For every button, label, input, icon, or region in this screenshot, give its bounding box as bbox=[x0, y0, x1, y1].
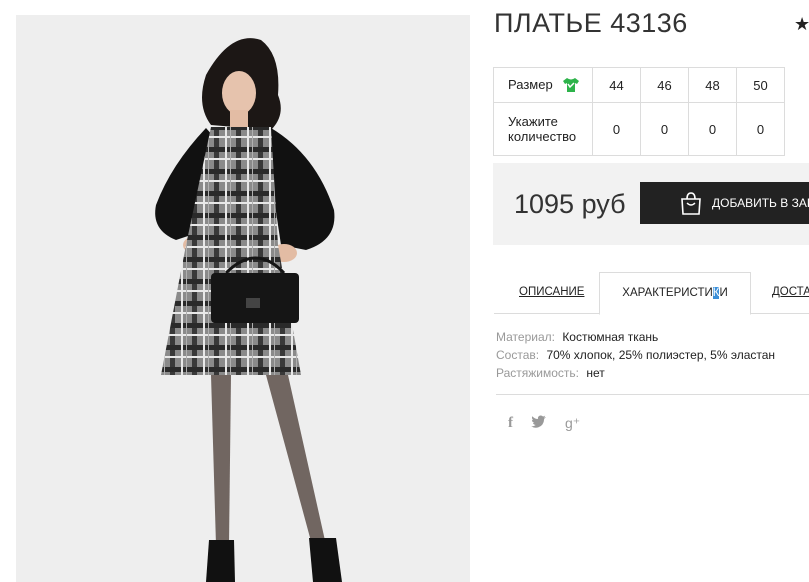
tab-characteristics-label-end: И bbox=[719, 287, 728, 299]
spec-value: нет bbox=[586, 366, 605, 380]
social-share: f g⁺ bbox=[508, 415, 580, 432]
divider bbox=[496, 394, 809, 395]
quantity-label: Укажите количество bbox=[493, 102, 593, 156]
quantity-input-48[interactable]: 0 bbox=[688, 102, 737, 156]
size-row: Размер 44 46 48 50 bbox=[493, 67, 785, 103]
quantity-input-46[interactable]: 0 bbox=[640, 102, 689, 156]
spec-row-material: Материал: Костюмная ткань bbox=[496, 328, 775, 346]
facebook-icon[interactable]: f bbox=[508, 415, 513, 432]
size-48: 48 bbox=[688, 67, 737, 103]
quantity-row: Укажите количество 0 0 0 0 bbox=[493, 102, 785, 156]
tab-characteristics[interactable]: ХАРАКТЕРИСТИКИ bbox=[599, 272, 751, 315]
twitter-icon[interactable] bbox=[531, 415, 547, 429]
price: 1095 руб bbox=[514, 189, 626, 219]
tab-description[interactable]: ОПИСАНИЕ bbox=[519, 272, 584, 312]
size-label-cell: Размер bbox=[493, 67, 593, 103]
price-box: 1095 руб ДОБАВИТЬ В ЗАКАЗ bbox=[493, 163, 809, 245]
size-quantity-table: Размер 44 46 48 50 Укажите количество 0 … bbox=[493, 67, 785, 156]
spec-row-composition: Состав: 70% хлопок, 25% полиэстер, 5% эл… bbox=[496, 346, 775, 364]
dress-model-image bbox=[155, 38, 342, 582]
google-plus-icon[interactable]: g⁺ bbox=[565, 415, 580, 432]
tab-delivery[interactable]: ДОСТАВКА bbox=[772, 272, 809, 312]
quantity-input-44[interactable]: 0 bbox=[592, 102, 641, 156]
size-chart-shirt-icon[interactable] bbox=[562, 77, 580, 93]
quantity-input-50[interactable]: 0 bbox=[736, 102, 785, 156]
spec-key: Материал: bbox=[496, 330, 555, 344]
spec-value: 70% хлопок, 25% полиэстер, 5% эластан bbox=[546, 348, 776, 362]
product-tabs: ОПИСАНИЕ ХАРАКТЕРИСТИКИ ДОСТАВКА bbox=[494, 272, 809, 315]
spec-key: Растяжимость: bbox=[496, 366, 580, 380]
add-to-order-label: ДОБАВИТЬ В ЗАКАЗ bbox=[712, 196, 809, 210]
size-50: 50 bbox=[736, 67, 785, 103]
product-title: ПЛАТЬЕ 43136 bbox=[494, 8, 688, 38]
size-label: Размер bbox=[508, 76, 553, 92]
star-icon[interactable]: ★ bbox=[794, 14, 809, 35]
size-46: 46 bbox=[640, 67, 689, 103]
tab-characteristics-label-part: ХАРАКТЕРИСТИ bbox=[622, 287, 713, 299]
spec-key: Состав: bbox=[496, 348, 540, 362]
spec-row-stretch: Растяжимость: нет bbox=[496, 364, 775, 382]
spec-value: Костюмная ткань bbox=[562, 330, 659, 344]
add-to-order-button[interactable]: ДОБАВИТЬ В ЗАКАЗ bbox=[640, 182, 809, 224]
product-photo[interactable] bbox=[16, 15, 470, 582]
specifications: Материал: Костюмная ткань Состав: 70% хл… bbox=[496, 328, 775, 382]
size-44: 44 bbox=[592, 67, 641, 103]
shopping-bag-icon bbox=[681, 192, 701, 215]
